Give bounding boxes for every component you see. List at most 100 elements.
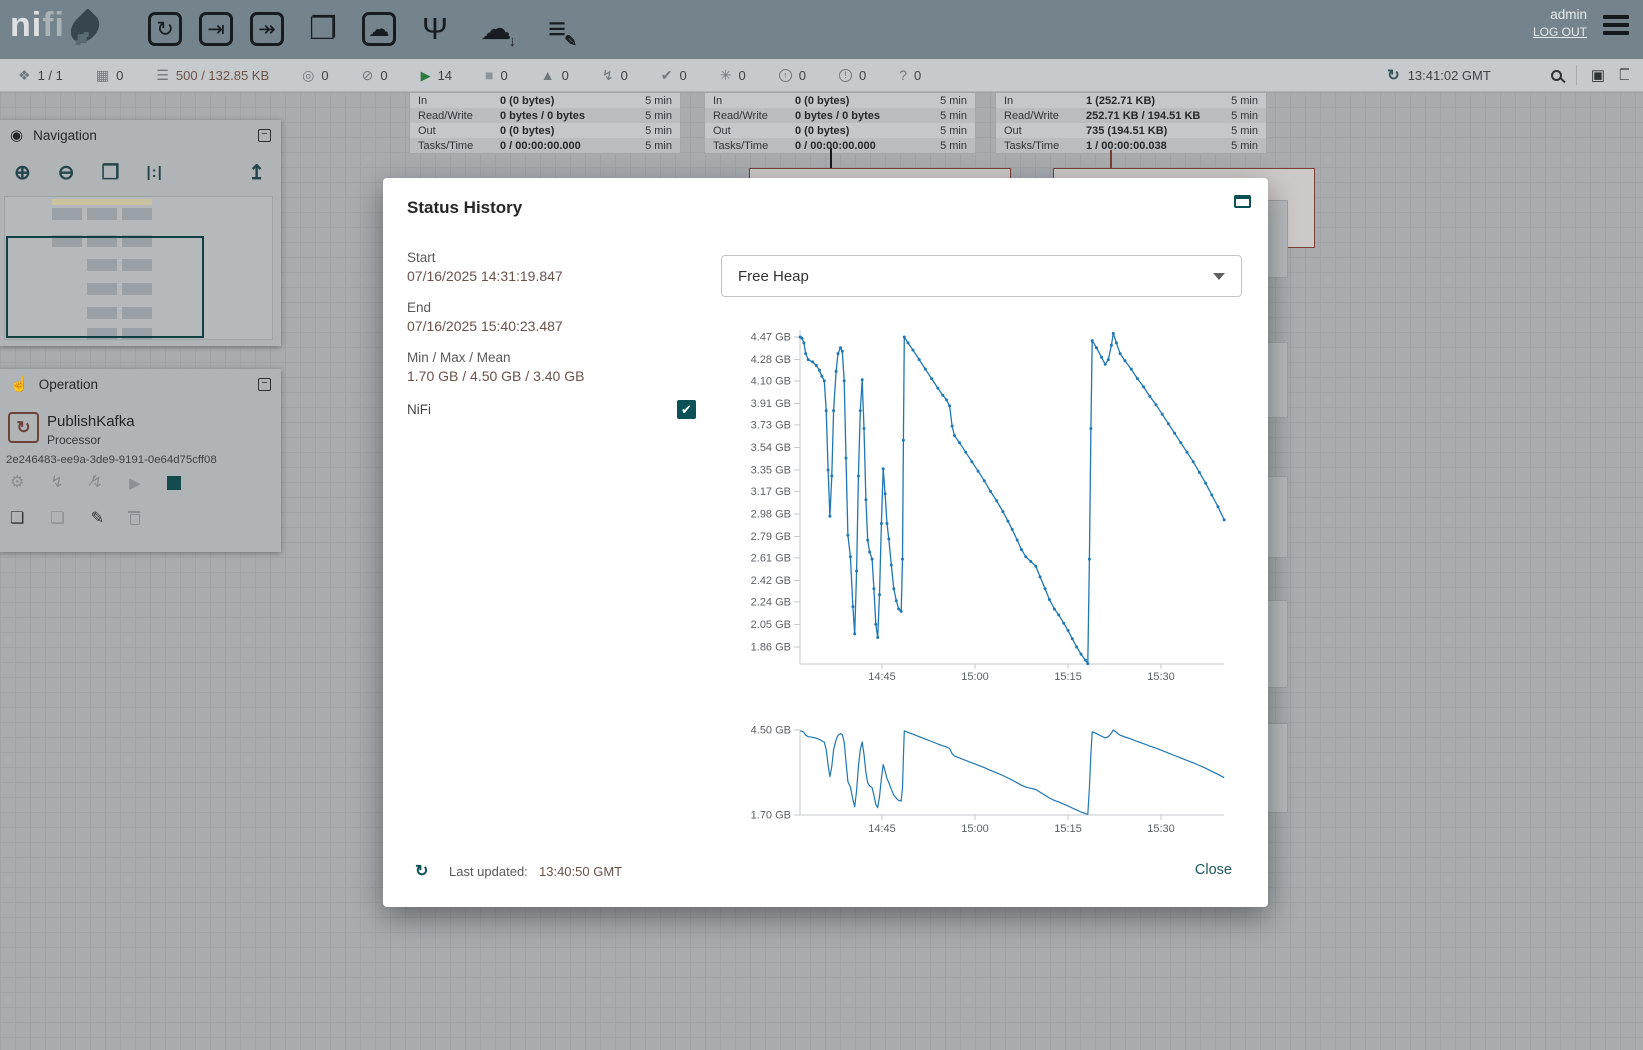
output-port-icon[interactable]: ↠ xyxy=(250,12,284,46)
processor-stats-table: In0 (0 bytes)5 minRead/Write0 bytes / 0 … xyxy=(704,92,976,154)
stat-row: In0 (0 bytes)5 min xyxy=(410,93,680,108)
sync-failure-indicator-icon: ! xyxy=(839,69,852,82)
invalid-indicator: ↯0 xyxy=(602,68,628,83)
copy-icon[interactable]: ❏ xyxy=(10,511,24,527)
remote-process-group-icon[interactable]: ☁ xyxy=(362,12,396,46)
svg-text:15:00: 15:00 xyxy=(961,671,989,683)
svg-text:15:15: 15:15 xyxy=(1054,823,1082,835)
maximize-icon[interactable] xyxy=(1234,195,1251,208)
collapse-operation-button[interactable]: − xyxy=(258,378,271,391)
app-header: nifi ↻⇥↠❐☁Ψ☁↓≡✎ admin LOG OUT xyxy=(0,0,1643,59)
stale-indicator: ↑0 xyxy=(779,68,806,83)
stat-row: Out735 (194.51 KB)5 min xyxy=(996,123,1266,138)
start-label: Start xyxy=(407,250,436,265)
svg-text:4.47 GB: 4.47 GB xyxy=(751,332,791,344)
metric-dropdown-value: Free Heap xyxy=(738,268,1213,285)
status-history-brush-chart[interactable]: 4.50 GB1.70 GB14:4515:0015:1515:30 xyxy=(738,718,1238,840)
operation-panel: ☝ Operation − ↻ PublishKafka Processor 2… xyxy=(0,369,281,552)
stat-row: Tasks/Time1 / 00:00:00.0385 min xyxy=(996,138,1266,153)
zoom-fit-icon[interactable]: ❐ xyxy=(102,160,120,185)
warning-indicator-icon: ▲ xyxy=(541,68,555,82)
funnel-icon[interactable]: Ψ xyxy=(413,7,457,51)
minimap[interactable] xyxy=(4,196,273,340)
logo-text: ni xyxy=(10,6,42,45)
last-updated-label: Last updated: xyxy=(449,864,528,879)
logout-link[interactable]: LOG OUT xyxy=(1533,25,1587,39)
dialog-title: Status History xyxy=(407,198,522,218)
selected-component-id: 2e246483-ee9a-3de9-9191-0e64d75cff08 xyxy=(6,454,217,466)
droplet-icon xyxy=(65,8,105,48)
change-color-icon[interactable]: ✎ xyxy=(91,511,104,527)
stop-icon[interactable] xyxy=(167,476,181,490)
navigation-panel: ◉ Navigation − ⊕⊖❐|:|↥ xyxy=(0,120,281,346)
transmitting-indicator: ◎0 xyxy=(302,68,328,83)
processor-type-icon: ↻ xyxy=(8,412,39,443)
zoom-in-icon[interactable]: ⊕ xyxy=(14,160,31,185)
go-to-parent-icon[interactable]: ↥ xyxy=(248,160,265,185)
svg-text:2.24 GB: 2.24 GB xyxy=(751,596,791,608)
svg-text:3.54 GB: 3.54 GB xyxy=(751,442,791,454)
processor-icon[interactable]: ↻ xyxy=(148,12,182,46)
svg-text:2.79 GB: 2.79 GB xyxy=(751,531,791,543)
label-icon[interactable]: ≡✎ xyxy=(535,7,579,51)
disable-icon[interactable]: ↯∕ xyxy=(90,475,103,491)
refresh-icon[interactable]: ↻ xyxy=(1387,66,1400,84)
svg-text:2.61 GB: 2.61 GB xyxy=(751,552,791,564)
search-icon[interactable] xyxy=(1551,70,1562,81)
min-max-mean-label: Min / Max / Mean xyxy=(407,350,511,365)
menu-icon[interactable] xyxy=(1603,15,1629,39)
help-indicator-icon: ? xyxy=(899,68,907,82)
svg-text:14:45: 14:45 xyxy=(868,671,896,683)
locally-modified-indicator-icon: ✳ xyxy=(720,68,732,82)
end-value: 07/16/2025 15:40:23.487 xyxy=(407,318,563,334)
nifi-logo: nifi xyxy=(10,6,97,45)
running-indicator: ▶14 xyxy=(421,68,452,83)
selected-component-type: Processor xyxy=(47,433,101,447)
svg-text:3.17 GB: 3.17 GB xyxy=(751,486,791,498)
processor-stats-table: In0 (0 bytes)5 minRead/Write0 bytes / 0 … xyxy=(409,92,681,154)
process-group-icon[interactable]: ❐ xyxy=(301,7,345,51)
birdseye-icon[interactable]: ▣ xyxy=(1591,66,1605,84)
stat-row: Read/Write0 bytes / 0 bytes5 min xyxy=(705,108,975,123)
divider xyxy=(1576,65,1577,85)
delete-icon[interactable] xyxy=(130,514,140,525)
input-port-icon[interactable]: ⇥ xyxy=(199,12,233,46)
svg-text:15:15: 15:15 xyxy=(1054,671,1082,683)
metric-dropdown[interactable]: Free Heap xyxy=(721,255,1242,297)
svg-text:14:45: 14:45 xyxy=(868,823,896,835)
cluster-indicator-icon: ❖ xyxy=(18,68,31,82)
stat-row: Tasks/Time0 / 00:00:00.0005 min xyxy=(705,138,975,153)
configuration-icon[interactable]: ⚙ xyxy=(10,475,24,491)
invalid-indicator-icon: ↯ xyxy=(602,68,614,82)
active-threads-indicator: ▦0 xyxy=(96,68,123,83)
zoom-actual-icon[interactable]: |:| xyxy=(146,164,162,181)
import-from-registry-icon[interactable]: ☁↓ xyxy=(474,7,518,51)
locally-modified-indicator: ✳0 xyxy=(720,68,746,83)
svg-text:2.98 GB: 2.98 GB xyxy=(751,508,791,520)
stat-row: Read/Write0 bytes / 0 bytes5 min xyxy=(410,108,680,123)
stale-indicator-icon: ↑ xyxy=(779,69,792,82)
nifi-series-checkbox[interactable]: ✔ xyxy=(677,400,696,419)
zoom-out-icon[interactable]: ⊖ xyxy=(58,160,75,185)
settings-icon[interactable]: ❒ xyxy=(1619,66,1629,84)
collapse-navigation-button[interactable]: − xyxy=(258,129,271,142)
min-max-mean-value: 1.70 GB / 4.50 GB / 3.40 GB xyxy=(407,368,584,384)
selected-component-name: PublishKafka xyxy=(47,413,135,430)
svg-text:4.28 GB: 4.28 GB xyxy=(751,354,791,366)
enable-icon[interactable]: ↯ xyxy=(50,475,63,491)
status-history-chart: 4.47 GB4.28 GB4.10 GB3.91 GB3.73 GB3.54 … xyxy=(738,318,1238,690)
refresh-status-icon[interactable]: ↻ xyxy=(415,861,428,881)
start-icon[interactable]: ▶ xyxy=(129,476,141,491)
svg-text:3.35 GB: 3.35 GB xyxy=(751,465,791,477)
close-button[interactable]: Close xyxy=(1195,862,1232,878)
svg-text:1.70 GB: 1.70 GB xyxy=(751,809,791,821)
stat-row: Out0 (0 bytes)5 min xyxy=(705,123,975,138)
compass-icon: ◉ xyxy=(10,126,23,144)
help-indicator: ?0 xyxy=(899,68,921,83)
cluster-indicator: ❖1 / 1 xyxy=(18,68,63,83)
minimap-viewport[interactable] xyxy=(6,236,204,338)
end-label: End xyxy=(407,300,431,315)
stat-row: In0 (0 bytes)5 min xyxy=(705,93,975,108)
group-icon[interactable]: ❑ xyxy=(50,511,64,527)
not-transmitting-indicator: ⊘0 xyxy=(362,68,388,83)
